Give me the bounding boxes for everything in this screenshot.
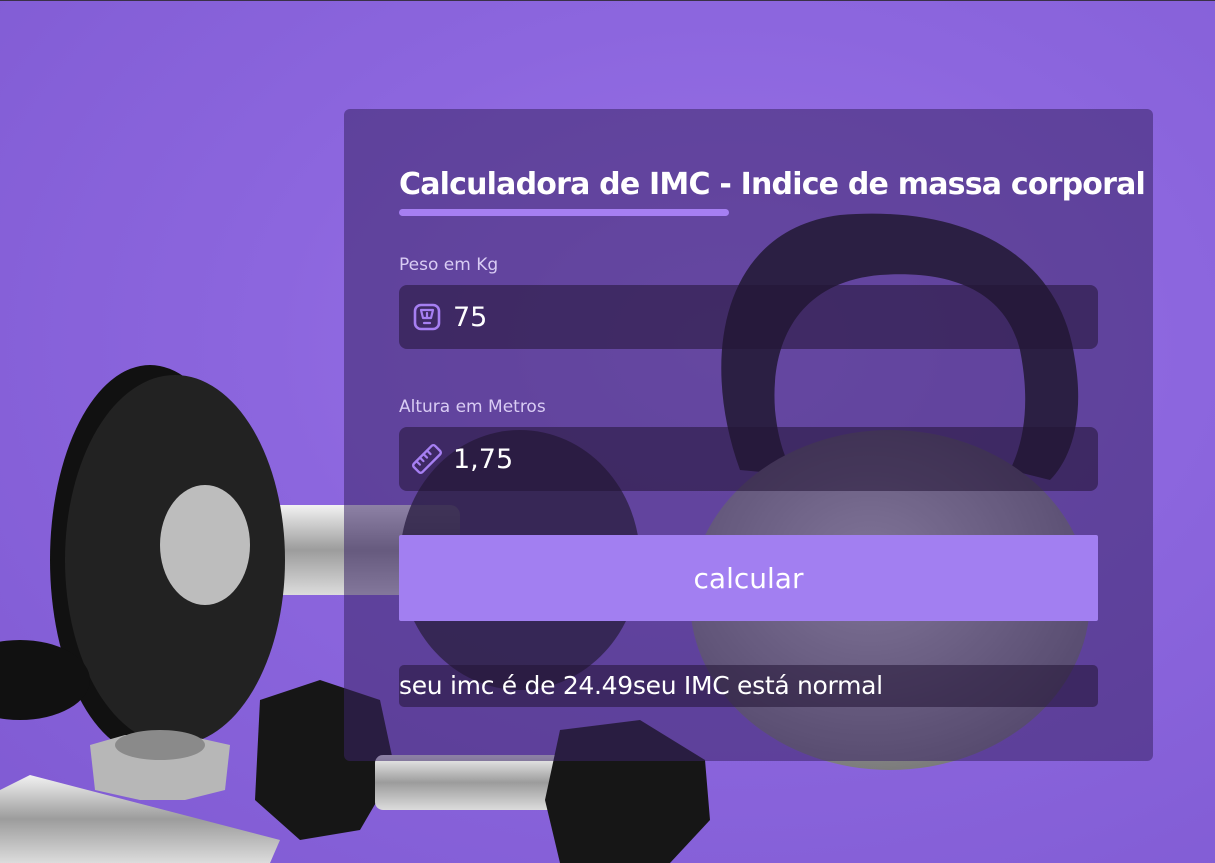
weight-input-wrapper	[399, 285, 1098, 349]
calculate-button[interactable]: calcular	[399, 535, 1098, 621]
weight-label: Peso em Kg	[399, 255, 499, 275]
imc-calculator-card: Calculadora de IMC - Indice de massa cor…	[344, 109, 1153, 761]
result-text: seu imc é de 24.49seu IMC está normal	[399, 665, 1098, 707]
app-background: Calculadora de IMC - Indice de massa cor…	[0, 0, 1215, 863]
height-input-wrapper	[399, 427, 1098, 491]
weight-input[interactable]	[453, 289, 1073, 345]
collar-nut	[90, 730, 230, 800]
title-underline	[399, 209, 729, 216]
ruler-icon	[411, 443, 443, 475]
height-input[interactable]	[453, 431, 1073, 487]
scale-icon	[411, 301, 443, 333]
height-label: Altura em Metros	[399, 397, 546, 417]
page-title: Calculadora de IMC - Indice de massa cor…	[399, 167, 1146, 202]
